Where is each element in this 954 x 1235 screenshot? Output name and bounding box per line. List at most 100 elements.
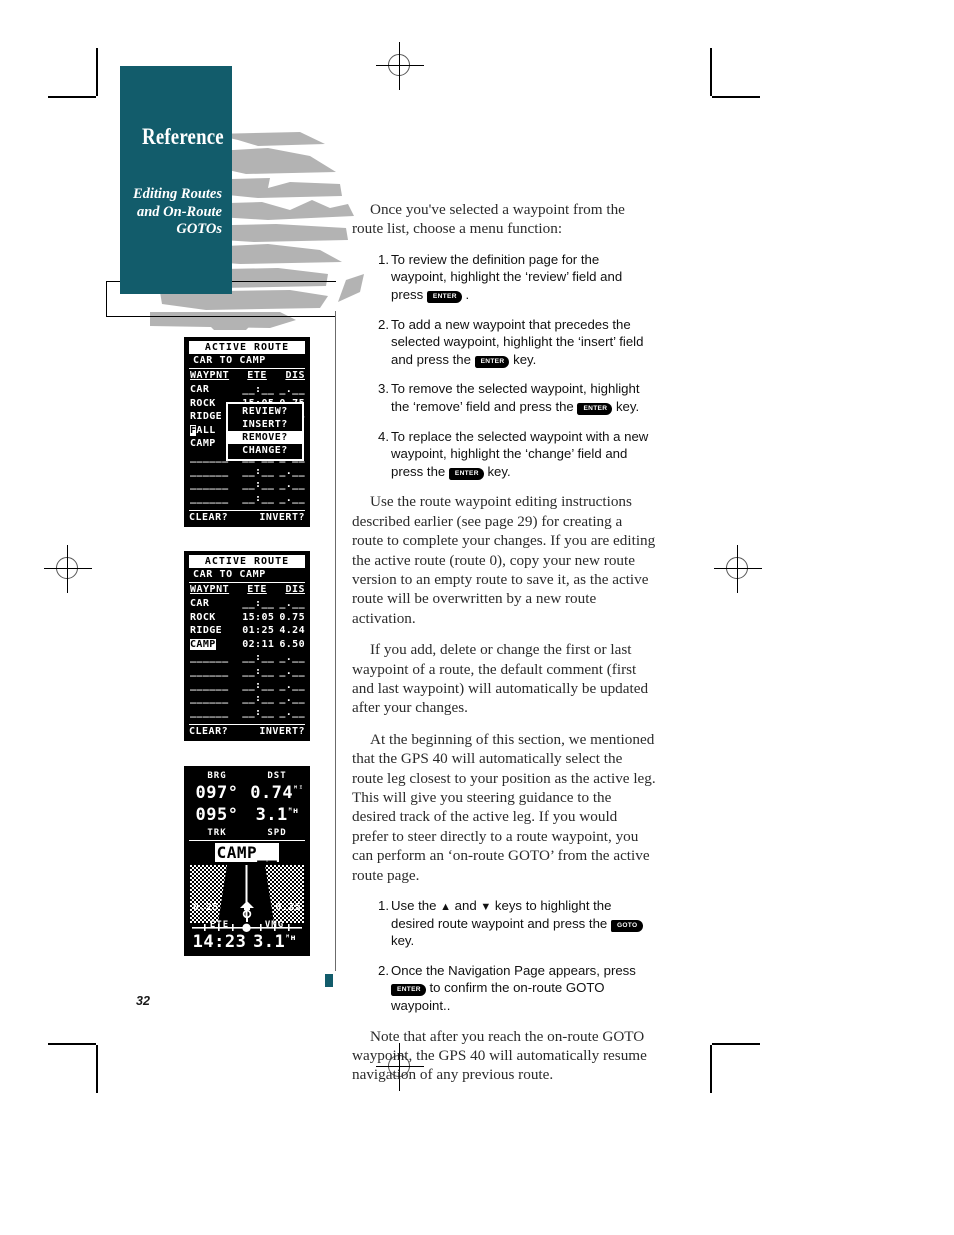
nav-waypoint-field[interactable]: CAMP__ (189, 840, 305, 862)
lcd-cell-waypoint: RIDGE (190, 625, 223, 637)
clear-field[interactable]: CLEAR? (189, 512, 228, 523)
nav-bottom-section: 0.25 0.25 ETE VMG 14:23 3.1ᴹʜ (189, 901, 305, 952)
step-text: Once the Navigation Page appears, press (391, 962, 636, 978)
on-route-goto-steps: Use the ▲ and ▼ keys to highlight the de… (352, 897, 657, 1015)
menu-item-review[interactable]: REVIEW? (228, 405, 302, 418)
nav-labels-bottom: TRK SPD (189, 828, 305, 838)
nav-labels-footer: ETE VMG (192, 920, 302, 930)
lcd-cell-dis: _.__ (279, 652, 305, 664)
lcd-col-ete: ETE (247, 370, 267, 381)
lcd-row[interactable]: ______ __:__ _.__ (189, 478, 305, 492)
lcd-row-selected[interactable]: CAMP 02:11 6.50 (189, 638, 305, 652)
lcd-col-waypnt: WAYPNT (190, 584, 230, 595)
step-text: To review the definition page for the wa… (391, 251, 623, 302)
lcd-row[interactable]: CAR __:__ _.__ (189, 383, 305, 397)
invert-field[interactable]: INVERT? (259, 512, 305, 523)
crop-mark-top-left-v (96, 48, 98, 96)
dst-label: DST (267, 771, 287, 781)
lcd-row[interactable]: ______ __:__ _.__ (189, 692, 305, 706)
paragraph-note: Note that after you reach the on-route G… (352, 1027, 647, 1084)
invert-field[interactable]: INVERT? (259, 726, 305, 737)
lcd-col-waypnt: WAYPNT (190, 370, 230, 381)
lcd-row[interactable]: ROCK 15:05 0.75 (189, 611, 305, 625)
lcd-cell-waypoint: CAR (190, 384, 210, 395)
step-text-post: key. (612, 398, 640, 414)
lcd-route-comment: CAR TO CAMP (189, 568, 305, 583)
lcd-cell-waypoint: ______ (190, 706, 229, 718)
spd-value: 3.1ᴹʜ (255, 805, 299, 825)
crop-mark-top-left-h (48, 96, 96, 98)
lcd-row[interactable]: CAR __:__ _.__ (189, 597, 305, 611)
lcd-cell-ete: __:__ (242, 384, 275, 395)
lcd-row[interactable]: ______ __:__ _.__ (189, 706, 305, 720)
lcd-title: ACTIVE ROUTE (189, 341, 305, 354)
crop-mark-top-right-h (712, 96, 760, 98)
paragraph-section: At the beginning of this section, we men… (352, 730, 656, 884)
lcd-cell-dis: 4.24 (279, 625, 305, 637)
brg-value: 097° (195, 783, 239, 803)
menu-item-insert[interactable]: INSERT? (228, 418, 302, 431)
lcd-cell-ete: 02:11 (242, 638, 275, 650)
sidebar-subtitle-line-1: Editing Routes (132, 186, 222, 202)
step-insert: To add a new waypoint that precedes the … (378, 316, 657, 369)
enter-key-icon: ENTER (391, 984, 426, 997)
gps-screen-navigation-page: BRG DST 097° 0.74ᴹᴵ 095° 3.1ᴹʜ TRK SPD C… (184, 766, 310, 956)
menu-item-change[interactable]: CHANGE? (228, 444, 302, 457)
lcd-footer: CLEAR? INVERT? (189, 510, 305, 523)
lcd-cell-ete: __:__ (242, 492, 275, 504)
enter-key-icon: ENTER (577, 402, 613, 415)
lcd-cell-waypoint: ______ (190, 652, 229, 664)
route-waypoint-menu-popup[interactable]: REVIEW? INSERT? REMOVE? CHANGE? (226, 402, 304, 461)
crop-mark-bottom-right-v (710, 1045, 712, 1093)
sidebar-subtitle-line-2: and On-Route (136, 203, 222, 220)
lcd-cell-waypoint: ______ (190, 492, 229, 504)
spd-unit: ᴹʜ (287, 806, 299, 816)
dst-value: 0.74ᴹᴵ (250, 783, 304, 803)
enter-key-icon: ENTER (426, 291, 462, 303)
trk-value: 095° (195, 805, 239, 825)
lcd-title: ACTIVE ROUTE (189, 555, 305, 568)
lcd-row[interactable]: ______ __:__ _.__ (189, 492, 305, 506)
spd-label: SPD (267, 828, 287, 838)
enter-key-icon: ENTER (448, 467, 484, 480)
lcd-row[interactable]: ______ __:__ _.__ (189, 679, 305, 693)
step-remove: To remove the selected waypoint, highlig… (378, 380, 657, 415)
lcd-cell-ete: 01:25 (242, 625, 275, 637)
cdi-scale-left: 0.25 (193, 902, 219, 913)
lcd-col-dis: DIS (285, 370, 305, 381)
dst-unit: ᴹᴵ (293, 784, 304, 794)
lcd-route-comment: CAR TO CAMP (189, 354, 305, 369)
nav-values-bottom: 095° 3.1ᴹʜ (189, 806, 305, 825)
crop-mark-bottom-right-h (712, 1043, 760, 1045)
sidebar-teal-block: Reference Editing Routes and On-Route GO… (120, 66, 232, 294)
step-text-post: . (461, 287, 470, 302)
lcd-row[interactable]: RIDGE 01:25 4.24 (189, 624, 305, 638)
sidebar-subtitle-line-3: GOTOs (176, 221, 222, 237)
step-text-post: key. (391, 933, 415, 949)
brg-label: BRG (207, 771, 227, 781)
lcd-cell-ete: __:__ (242, 465, 275, 477)
lcd-row[interactable]: ______ __:__ _.__ (189, 465, 305, 479)
lcd-row[interactable]: ______ __:__ _.__ (189, 651, 305, 665)
clear-field[interactable]: CLEAR? (189, 726, 228, 737)
step-confirm-goto: Once the Navigation Page appears, press … (378, 962, 657, 1015)
arrow-up-icon: ▲ (440, 901, 452, 914)
nav-values-footer: 14:23 3.1ᴹʜ (192, 933, 302, 952)
lcd-cell-dis: _.__ (279, 598, 305, 609)
lcd-cell-ete: __:__ (242, 679, 275, 691)
lcd-cell-ete: __:__ (242, 598, 275, 609)
registration-mark-top (376, 42, 424, 90)
page-number: 32 (136, 994, 150, 1008)
ete-label: ETE (209, 920, 230, 930)
lcd-cell-waypoint: ______ (190, 679, 229, 691)
registration-mark-right (714, 545, 762, 593)
lcd-cell-waypoint: ______ (190, 665, 229, 677)
crop-mark-bottom-left-h (48, 1043, 96, 1045)
vmg-value: 3.1ᴹʜ (253, 932, 296, 952)
step-text: To replace the selected waypoint with a … (391, 428, 649, 479)
lcd-cell-dis: _.__ (279, 665, 305, 677)
lcd-cell-dis: 6.50 (279, 638, 305, 650)
trk-label: TRK (207, 828, 227, 838)
lcd-row[interactable]: ______ __:__ _.__ (189, 665, 305, 679)
menu-item-remove[interactable]: REMOVE? (228, 431, 302, 444)
